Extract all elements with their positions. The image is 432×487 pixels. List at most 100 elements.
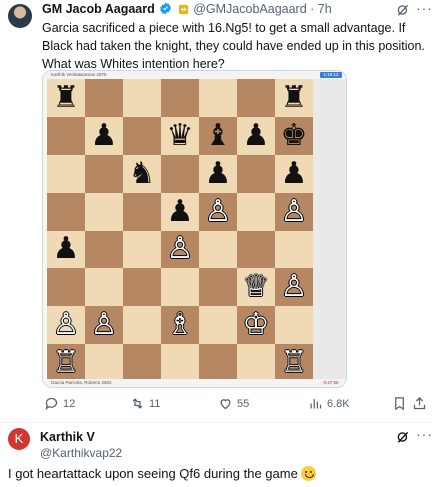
board-square: ♟ (47, 230, 85, 269)
black-pawn-icon: ♟ (280, 155, 308, 191)
share-button[interactable] (412, 396, 427, 411)
white-pawn-icon: ♙ (90, 307, 118, 343)
board-square: ♝ (199, 116, 237, 155)
top-player-name: Karthik Venkataraman 2576 (51, 72, 107, 77)
board-square: ♟ (237, 116, 275, 155)
board-square: ♟ (85, 116, 123, 155)
board-square (199, 306, 237, 345)
board-square (199, 344, 237, 382)
reply-button[interactable]: 12 (44, 396, 75, 411)
chess-board: ♜ ♜ ♟ ♛ ♝ ♟ ♚ ♞ ♟ ♟ ♟ ♙ ♙ ♟ ♙ ♕ ♙ ♙ ♙ ♗ ♔ ♖ ♖ (47, 79, 313, 382)
board-square (275, 230, 313, 269)
board-square (199, 268, 237, 307)
bookmark-icon (395, 397, 404, 411)
black-pawn-icon: ♟ (204, 155, 232, 191)
tweet-time[interactable]: · 7h (310, 2, 332, 16)
bottom-player-name: Garcia Paricela, Roberto 2502 (51, 380, 112, 385)
black-bishop-icon: ♝ (204, 117, 232, 153)
smile-emoji-icon (301, 466, 317, 481)
board-square: ♟ (161, 192, 199, 231)
board-square (123, 79, 161, 117)
board-square: ♜ (275, 79, 313, 117)
white-king-icon: ♔ (242, 307, 270, 343)
board-square (161, 79, 199, 117)
white-pawn-icon: ♙ (52, 307, 80, 343)
board-square: ♚ (275, 116, 313, 155)
board-square: ♖ (47, 344, 85, 382)
board-square: ♙ (199, 192, 237, 231)
views-button[interactable]: 6.8K (308, 396, 350, 411)
black-knight-icon: ♞ (128, 155, 156, 191)
board-square: ♟ (199, 154, 237, 193)
reply-text: I got heartattack upon seeing Qf6 during… (8, 466, 317, 481)
board-square (237, 154, 275, 193)
board-square (85, 230, 123, 269)
black-pawn-icon: ♟ (90, 117, 118, 153)
repost-button[interactable]: 11 (130, 396, 160, 411)
black-pawn-icon: ♟ (52, 231, 80, 267)
views-count: 6.8K (327, 397, 350, 410)
board-square: ♙ (47, 306, 85, 345)
white-rook-icon: ♖ (280, 345, 308, 381)
grok-icon[interactable] (396, 3, 410, 20)
reply-avatar[interactable]: K (8, 428, 30, 450)
reply-author-handle[interactable]: @Karthikvap22 (40, 446, 122, 460)
reply-more-options-icon[interactable]: ··· (416, 426, 432, 442)
tweet-header: GM Jacob Aagaard @GMJacobAagaard · 7h (42, 2, 332, 18)
board-square: ♗ (161, 306, 199, 345)
black-rook-icon: ♜ (52, 79, 80, 115)
white-pawn-icon: ♙ (204, 193, 232, 229)
reply-author-name[interactable]: Karthik V (40, 430, 95, 444)
board-square (275, 306, 313, 345)
board-square (123, 344, 161, 382)
board-square (47, 154, 85, 193)
board-square (237, 230, 275, 269)
bookmark-button[interactable] (392, 396, 407, 411)
bottom-clock: 0:47:56 (320, 380, 342, 386)
reply-grok-icon[interactable] (396, 430, 410, 447)
author-avatar[interactable] (8, 4, 32, 28)
more-options-icon[interactable]: ··· (416, 0, 432, 16)
board-square: ♞ (123, 154, 161, 193)
reply-icon (45, 397, 58, 410)
board-square (47, 192, 85, 231)
board-square (85, 344, 123, 382)
board-image[interactable]: Karthik Venkataraman 2576 1:18:12 ♜ ♜ ♟ ♛ ♝ ♟… (42, 70, 347, 388)
white-rook-icon: ♖ (52, 345, 80, 381)
board-square (85, 79, 123, 117)
white-pawn-icon: ♙ (280, 193, 308, 229)
board-square (85, 192, 123, 231)
tweet-actions: 12 11 55 6.8K (42, 396, 427, 412)
views-icon (310, 399, 322, 409)
board-square: ♔ (237, 306, 275, 345)
top-player-bar: Karthik Venkataraman 2576 1:18:12 (43, 71, 346, 79)
like-count: 55 (237, 397, 250, 410)
black-queen-icon: ♛ (166, 117, 194, 153)
top-clock: 1:18:12 (320, 72, 342, 78)
like-button[interactable]: 55 (218, 396, 249, 411)
repost-count: 11 (149, 397, 161, 410)
share-icon (413, 396, 426, 410)
affiliate-badge-icon (178, 4, 189, 18)
board-square: ♛ (161, 116, 199, 155)
white-pawn-icon: ♙ (280, 269, 308, 305)
board-square (237, 344, 275, 382)
board-square (85, 268, 123, 307)
board-square: ♖ (275, 344, 313, 382)
board-square (47, 116, 85, 155)
board-square: ♕ (237, 268, 275, 307)
board-square (237, 192, 275, 231)
author-handle[interactable]: @GMJacobAagaard (193, 2, 306, 16)
board-square (237, 79, 275, 117)
board-square: ♙ (275, 192, 313, 231)
board-square (123, 268, 161, 307)
black-pawn-icon: ♟ (166, 193, 194, 229)
reply-count: 12 (63, 397, 76, 410)
board-square (161, 268, 199, 307)
author-name[interactable]: GM Jacob Aagaard (42, 2, 155, 16)
board-side-panel (313, 79, 346, 382)
verified-badge-icon (159, 2, 172, 18)
bottom-player-bar: Garcia Paricela, Roberto 2502 0:47:56 (43, 379, 346, 387)
board-square (123, 306, 161, 345)
white-queen-icon: ♕ (242, 269, 270, 305)
